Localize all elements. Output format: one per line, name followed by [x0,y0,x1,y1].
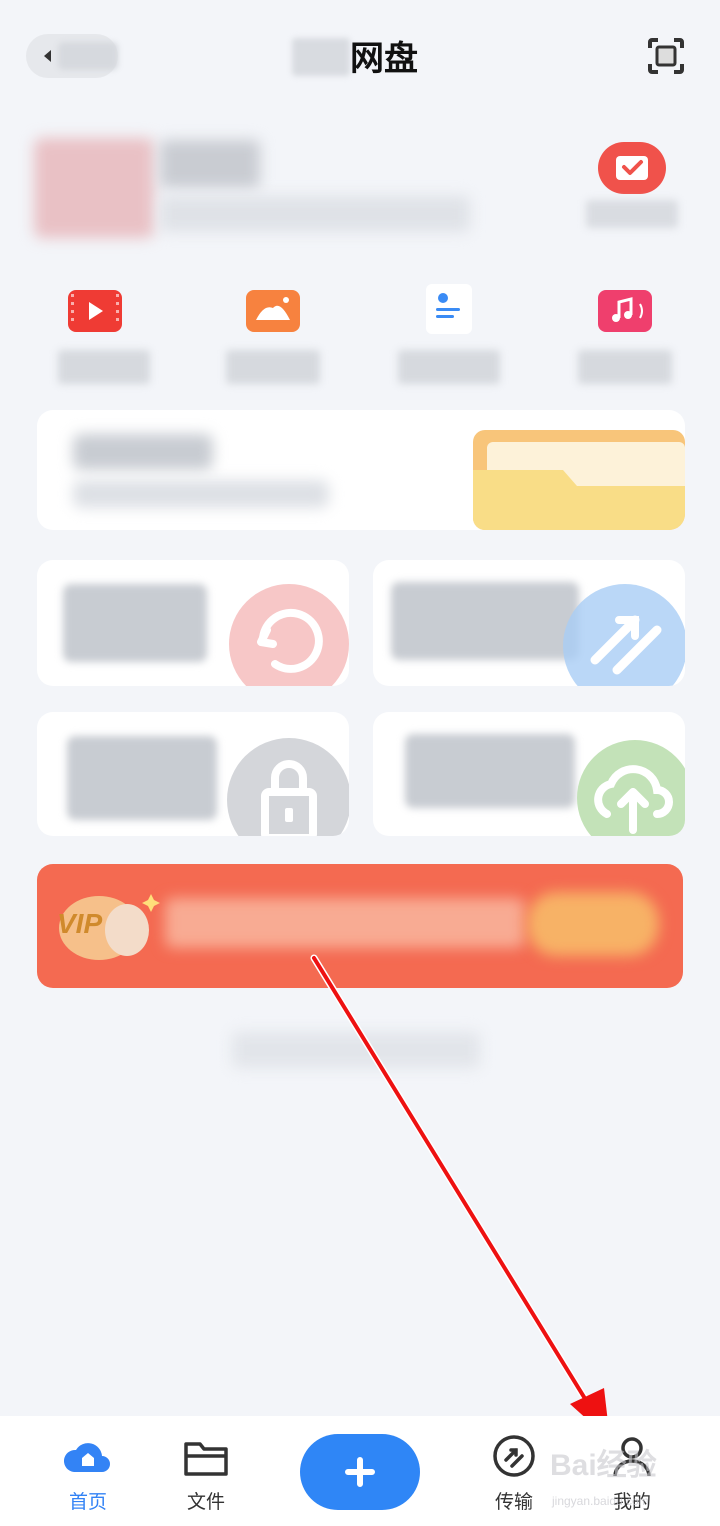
nav-files[interactable]: 文件 [156,1434,256,1514]
nav-home-label: 首页 [68,1492,107,1513]
music-category[interactable] [598,290,652,332]
folder-illustration-icon [473,430,685,530]
music-icon [612,297,643,322]
back-button[interactable] [26,34,118,78]
footer-tip-redacted [232,1032,480,1068]
cloud-home-icon [63,1443,110,1472]
title-prefix-redacted [292,38,350,76]
feature-card-2[interactable] [373,560,685,686]
all-files-card[interactable] [37,410,685,530]
feature-card-3[interactable] [37,712,349,836]
vip-banner[interactable]: VIP [37,864,683,988]
document-category-label-redacted [398,350,500,384]
music-category-label-redacted [578,350,672,384]
image-category-label-redacted [226,350,320,384]
nav-home[interactable]: 首页 [38,1434,138,1514]
cloud-upload-icon [577,740,685,836]
feature-card-2-label-redacted [391,582,579,660]
video-category[interactable] [68,290,122,332]
image-category[interactable] [246,290,300,332]
folder-icon [184,1442,228,1476]
card-subtitle-redacted [73,480,329,508]
avatar[interactable] [34,138,154,238]
transfer-icon [493,1435,535,1477]
vip-text-redacted [165,898,525,948]
plus-icon [345,1457,375,1487]
restore-icon [229,584,349,686]
back-label-redacted [58,42,118,70]
vip-action-button[interactable] [527,892,659,956]
page-title: 网盘 [350,40,418,78]
feature-card-1[interactable] [37,560,349,686]
user-info-redacted [160,196,470,232]
feature-card-1-label-redacted [63,584,207,662]
watermark: Bai经验 [550,1449,657,1482]
feature-card-3-label-redacted [67,736,217,820]
checkin-icon [616,156,648,180]
back-arrow-icon [44,50,51,62]
image-icon [256,297,290,320]
watermark-url: jingyan.baidu.com [552,1494,649,1508]
nav-files-label: 文件 [186,1492,225,1513]
vip-badge: VIP [57,908,103,939]
feature-card-4-label-redacted [405,734,575,808]
card-title-redacted [73,434,213,470]
checkin-button[interactable] [598,142,666,194]
scan-icon[interactable] [646,36,686,76]
feature-card-4[interactable] [373,712,685,836]
user-name-redacted [160,140,260,188]
checkin-label-redacted [586,200,678,228]
lock-icon [227,738,349,836]
document-category[interactable] [426,284,472,334]
nav-transfer-label: 传输 [494,1492,533,1513]
transfer-card-icon [563,584,685,686]
video-category-label-redacted [58,350,150,384]
document-icon [436,293,460,318]
add-button[interactable] [300,1434,420,1510]
video-icon [71,294,119,321]
nav-transfer[interactable]: 传输 [464,1434,564,1514]
